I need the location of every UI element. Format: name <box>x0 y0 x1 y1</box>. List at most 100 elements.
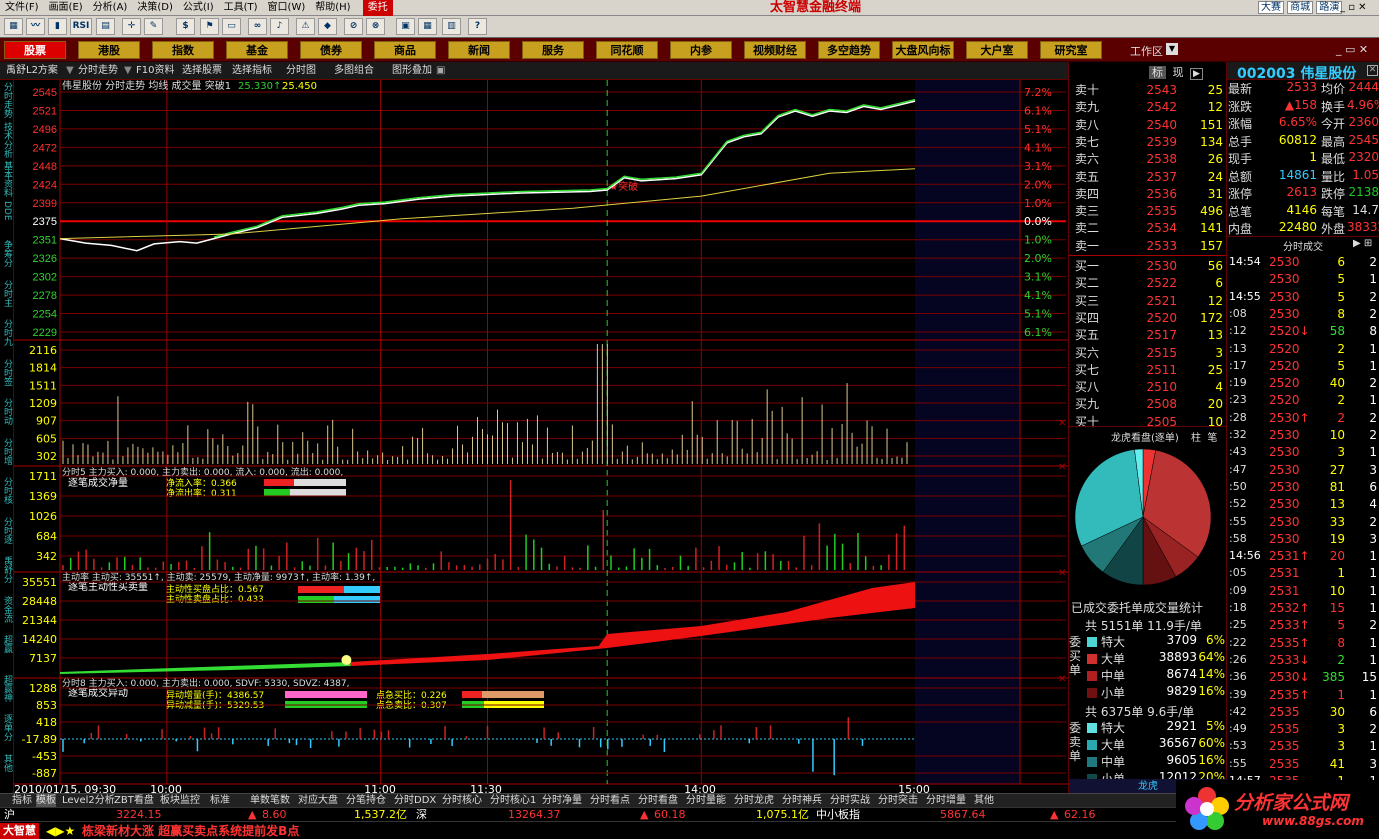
tick-row[interactable]: :08 2530 8 2 <box>1227 307 1379 324</box>
tick-row[interactable]: :50 2530 81 6 <box>1227 480 1379 497</box>
nav-index[interactable]: 指数 <box>152 41 214 59</box>
orderbook-row-sell[interactable]: 卖十 2543 25 <box>1069 82 1227 99</box>
menu-trade-badge[interactable]: 委托 <box>362 0 393 16</box>
grid-icon[interactable]: ▦ <box>4 18 23 35</box>
dollar-icon[interactable]: $ <box>176 18 195 35</box>
nav-stocks[interactable]: 股票 <box>4 41 66 59</box>
sub-f10[interactable]: F10资料 <box>136 64 174 78</box>
sub-intraday-chart[interactable]: 分时图 <box>286 64 316 78</box>
close-panel-icon[interactable]: ✕ <box>1058 674 1066 685</box>
nav-service[interactable]: 服务 <box>522 41 584 59</box>
table-icon[interactable]: ▤ <box>96 18 115 35</box>
ticker-text[interactable]: 栋梁新材大涨 超赢买卖点系统提前发B点 <box>82 823 299 839</box>
indicator-tab-17[interactable]: 分时神兵 <box>782 794 822 808</box>
orderbook-row-sell[interactable]: 卖三 2535 496 <box>1069 203 1227 220</box>
indicator-tab-14[interactable]: 分时看盘 <box>638 794 678 808</box>
orderbook-row-buy[interactable]: 买二 2522 6 <box>1069 275 1227 292</box>
indicator-tab-9[interactable]: 分时DDX <box>394 794 436 808</box>
tick-row[interactable]: :19 2520 40 2 <box>1227 376 1379 393</box>
orderbook-row-buy[interactable]: 买四 2520 172 <box>1069 310 1227 327</box>
tick-row[interactable]: :25 2533↑ 5 2 <box>1227 618 1379 635</box>
nav-fund[interactable]: 基金 <box>226 41 288 59</box>
indicator-tab-20[interactable]: 分时增量 <box>926 794 966 808</box>
nav-trend[interactable]: 多空趋势 <box>818 41 880 59</box>
menu-analysis[interactable]: 分析(A) <box>88 0 133 16</box>
screen-icon[interactable]: ▭ <box>222 18 241 35</box>
nav-insider[interactable]: 内参 <box>670 41 732 59</box>
sub-overlay[interactable]: 图形叠加 <box>392 64 432 78</box>
orderbook-row-sell[interactable]: 卖四 2536 31 <box>1069 186 1227 203</box>
indicator-tab-21[interactable]: 其他 <box>974 794 994 808</box>
chart-line-icon[interactable]: 〰 <box>26 18 45 35</box>
link-contest[interactable]: 大赛 <box>1258 1 1284 14</box>
menu-view[interactable]: 画面(E) <box>44 0 88 16</box>
sub-select-stock[interactable]: 选择股票 <box>182 64 222 78</box>
nav-research[interactable]: 研究室 <box>1040 41 1102 59</box>
tick-row[interactable]: :18 2532↑ 15 1 <box>1227 601 1379 618</box>
tab-now[interactable]: 现 <box>1170 66 1187 79</box>
indicator-tab-1[interactable]: 模板 <box>36 794 56 808</box>
pen-icon[interactable]: ✎ <box>144 18 163 35</box>
orderbook-row-buy[interactable]: 买六 2515 3 <box>1069 345 1227 362</box>
indicator-tab-11[interactable]: 分时核心1 <box>490 794 536 808</box>
rsi-button[interactable]: RSI <box>70 18 92 35</box>
lock-icon[interactable]: ▣ <box>436 64 445 78</box>
workspace-label[interactable]: 工作区 <box>1130 43 1163 59</box>
orderbook-row-sell[interactable]: 卖二 2534 141 <box>1069 220 1227 237</box>
panel-controls[interactable]: _ ▭ ✕ <box>1336 43 1368 56</box>
bell-icon[interactable]: ♪ <box>270 18 289 35</box>
sub-multi-chart[interactable]: 多图组合 <box>334 64 374 78</box>
orderbook-row-sell[interactable]: 卖五 2537 24 <box>1069 169 1227 186</box>
orderbook-row-buy[interactable]: 买八 2510 4 <box>1069 379 1227 396</box>
indicator-tab-3[interactable]: ZBT看盘 <box>114 794 154 808</box>
orderbook-row-sell[interactable]: 卖八 2540 151 <box>1069 117 1227 134</box>
nav-market-wind[interactable]: 大盘风向标 <box>892 41 954 59</box>
tick-row[interactable]: :55 2530 33 2 <box>1227 515 1379 532</box>
close-panel-icon[interactable]: ✕ <box>1058 418 1066 429</box>
chevron-down-icon[interactable]: ▼ <box>1166 43 1178 55</box>
close-panel-icon[interactable]: ✕ <box>1058 462 1066 473</box>
indicator-tab-15[interactable]: 分时量能 <box>686 794 726 808</box>
binoculars-icon[interactable]: ∞ <box>248 18 267 35</box>
lhb-tab-pen[interactable]: 笔 <box>1207 433 1217 444</box>
link-mall[interactable]: 商城 <box>1287 1 1314 14</box>
close-panel-icon[interactable]: ✕ <box>1058 568 1066 579</box>
tick-row[interactable]: :09 2531 10 1 <box>1227 584 1379 601</box>
nav-vip-room[interactable]: 大户室 <box>966 41 1028 59</box>
crosshair-icon[interactable]: ✛ <box>122 18 141 35</box>
tick-row[interactable]: :47 2530 27 3 <box>1227 463 1379 480</box>
tick-row[interactable]: :39 2535↑ 1 1 <box>1227 688 1379 705</box>
indicator-tab-5[interactable]: 标准 <box>210 794 230 808</box>
tab-mark[interactable]: 标 <box>1149 66 1166 79</box>
orderbook-row-buy[interactable]: 买五 2517 13 <box>1069 327 1227 344</box>
orderbook-row-sell[interactable]: 卖一 2533 157 <box>1069 238 1227 255</box>
indicator-tab-19[interactable]: 分时突击 <box>878 794 918 808</box>
tick-row[interactable]: 2530 5 1 <box>1227 272 1379 289</box>
intraday-chart-area[interactable]: 2545 2521 2496 2472 2448 2424 2399 2375 2351 2326… <box>0 80 1068 794</box>
tick-row[interactable]: :22 2535↑ 8 1 <box>1227 636 1379 653</box>
alert-icon[interactable]: ⚠ <box>296 18 315 35</box>
lhb-tab-bar[interactable]: 柱 <box>1191 433 1201 444</box>
indicator-tab-2[interactable]: Level2分析 <box>62 794 115 808</box>
ban-icon[interactable]: ⊗ <box>366 18 385 35</box>
orderbook-row-buy[interactable]: 买七 2511 25 <box>1069 362 1227 379</box>
indicator-tab-6[interactable]: 单数笔数 <box>250 794 290 808</box>
tick-row[interactable]: :05 2531 1 1 <box>1227 566 1379 583</box>
indicator-tab-10[interactable]: 分时核心 <box>442 794 482 808</box>
indicator-tab-4[interactable]: 板块监控 <box>160 794 200 808</box>
sub-l2-scheme[interactable]: 禹舒L2方案 <box>6 64 58 78</box>
nav-bond[interactable]: 债券 <box>300 41 362 59</box>
nav-ths[interactable]: 同花顺 <box>596 41 658 59</box>
link-roadshow[interactable]: 路演 <box>1316 1 1343 14</box>
orderbook-row-buy[interactable]: 买三 2521 12 <box>1069 293 1227 310</box>
nav-commodity[interactable]: 商品 <box>374 41 436 59</box>
indicator-tab-7[interactable]: 对应大盘 <box>298 794 338 808</box>
orderbook-row-buy[interactable]: 买九 2508 20 <box>1069 396 1227 413</box>
tick-row[interactable]: 14:55 2530 5 2 <box>1227 290 1379 307</box>
orderbook-row-sell[interactable]: 卖六 2538 26 <box>1069 151 1227 168</box>
tick-row[interactable]: :17 2520 5 1 <box>1227 359 1379 376</box>
tick-row[interactable]: :36 2530↓ 385 15 <box>1227 670 1379 687</box>
tick-row[interactable]: 14:54 2530 6 2 <box>1227 255 1379 272</box>
tick-row[interactable]: :53 2535 3 1 <box>1227 739 1379 756</box>
close-icon[interactable]: ✕ <box>1358 2 1366 13</box>
